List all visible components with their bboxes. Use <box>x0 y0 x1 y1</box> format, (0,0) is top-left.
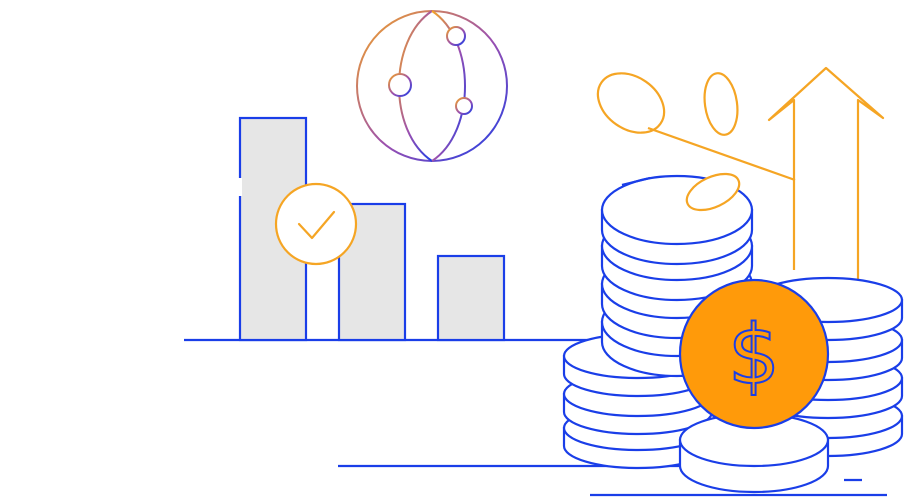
finance-growth-illustration: $ <box>16 10 904 497</box>
dollar-sign: $ <box>728 308 780 403</box>
globe-network-icon <box>356 10 508 162</box>
growth-arrow-icon <box>767 66 885 290</box>
checkmark-badge-icon <box>274 182 358 266</box>
bar-short <box>436 254 506 342</box>
dollar-coin-icon: $ <box>678 278 830 430</box>
sprout-leaves-icon <box>596 72 796 182</box>
